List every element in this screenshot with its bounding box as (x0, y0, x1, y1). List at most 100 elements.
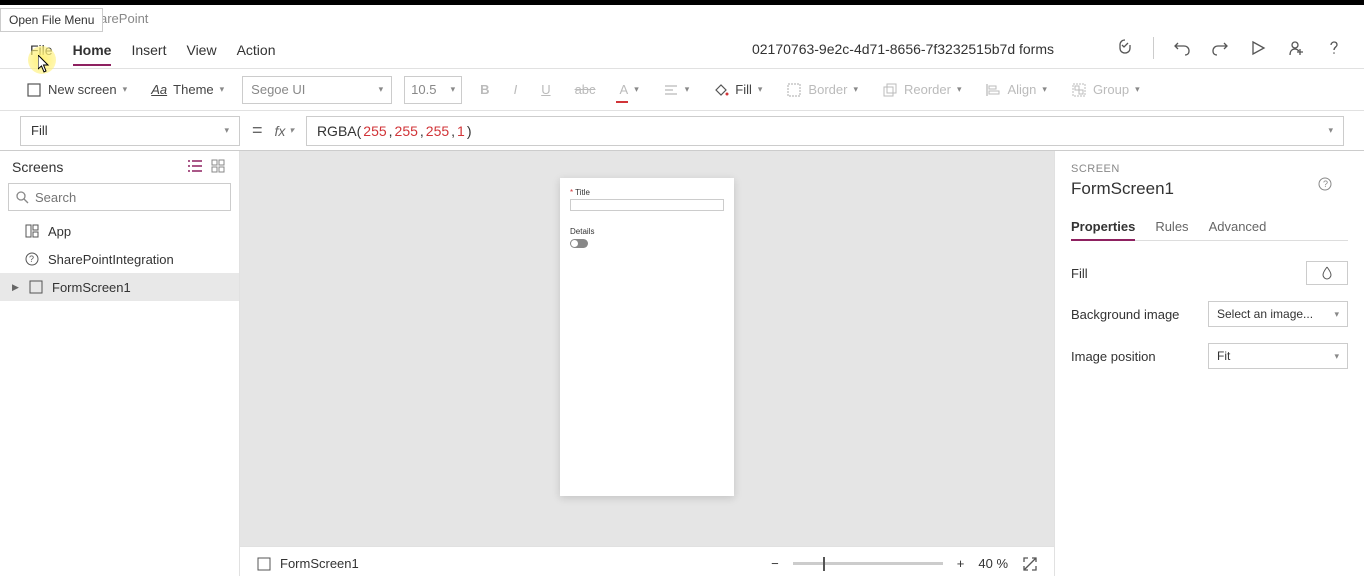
chevron-down-icon: ▾ (1334, 351, 1339, 362)
caret-icon[interactable]: ▶ (12, 282, 20, 293)
chevron-down-icon: ▾ (758, 84, 763, 95)
menu-insert[interactable]: Insert (121, 34, 176, 66)
play-icon[interactable] (1248, 38, 1268, 58)
font-size-select[interactable]: 10.5 ▾ (404, 76, 462, 104)
zoom-value: 40 % (978, 556, 1008, 571)
tree-header: Screens (0, 151, 239, 183)
status-bar: FormScreen1 − + 40 % (240, 546, 1054, 580)
group-icon (1071, 82, 1087, 98)
canvas-area[interactable]: * Title Details (240, 151, 1054, 576)
chevron-down-icon: ▾ (1334, 309, 1339, 320)
formula-input[interactable]: RGBA(255,255,255,1) ▾ (306, 116, 1344, 146)
properties-panel: SCREEN FormScreen1 ? Properties Rules Ad… (1054, 151, 1364, 576)
ribbon-toolbar: New screen ▾ Aa Theme ▾ Segoe UI ▾ 10.5 … (0, 69, 1364, 111)
font-family-value: Segoe UI (251, 82, 305, 97)
chevron-down-icon: ▾ (634, 84, 639, 95)
help-icon[interactable] (1324, 38, 1344, 58)
border-label: Border (808, 82, 847, 97)
theme-button[interactable]: Aa Theme ▾ (145, 78, 230, 102)
align-text-button[interactable]: ▾ (657, 78, 696, 102)
status-screen-name: FormScreen1 (280, 556, 359, 571)
search-icon (15, 190, 29, 204)
svg-text:?: ? (29, 254, 34, 264)
equals-sign: = (252, 120, 263, 141)
redo-icon[interactable] (1210, 38, 1230, 58)
field-title-input[interactable] (570, 199, 724, 211)
prop-row-imgpos: Image position Fit ▾ (1071, 335, 1348, 377)
fill-button[interactable]: Fill ▾ (707, 78, 768, 102)
integration-icon: ? (24, 251, 40, 267)
field-title-label: * Title (570, 188, 724, 197)
zoom-out-button[interactable]: − (771, 556, 779, 571)
menu-right-icons (1115, 37, 1344, 59)
font-family-select[interactable]: Segoe UI ▾ (242, 76, 392, 104)
chevron-down-icon[interactable]: ▾ (1328, 125, 1333, 136)
screen-icon (28, 279, 44, 295)
form-canvas[interactable]: * Title Details (560, 178, 734, 496)
border-button[interactable]: Border ▾ (780, 78, 864, 102)
chevron-down-icon: ▾ (123, 84, 128, 95)
tab-advanced[interactable]: Advanced (1209, 213, 1267, 240)
fx-button[interactable]: fx ▾ (275, 123, 294, 139)
tree-item-app[interactable]: App (0, 217, 239, 245)
file-menu-tooltip: Open File Menu (0, 8, 103, 32)
font-size-value: 10.5 (411, 82, 436, 97)
zoom-in-button[interactable]: + (957, 556, 965, 571)
new-screen-button[interactable]: New screen ▾ (20, 78, 133, 102)
menu-view[interactable]: View (176, 34, 226, 66)
panel-help-icon[interactable]: ? (1318, 177, 1332, 191)
underline-button[interactable]: U (535, 78, 556, 101)
align-icon (985, 82, 1001, 98)
share-icon[interactable] (1286, 38, 1306, 58)
align-ctrl-button[interactable]: Align ▾ (979, 78, 1052, 102)
paint-drop-icon (1319, 265, 1335, 281)
tree-search[interactable] (8, 183, 231, 211)
imgpos-value: Fit (1217, 349, 1230, 363)
reorder-label: Reorder (904, 82, 951, 97)
new-screen-label: New screen (48, 82, 117, 97)
tab-rules[interactable]: Rules (1155, 213, 1188, 240)
svg-text:?: ? (1323, 179, 1328, 189)
undo-icon[interactable] (1172, 38, 1192, 58)
bgimage-value: Select an image... (1217, 307, 1313, 321)
grid-view-icon[interactable] (211, 159, 227, 175)
chevron-down-icon: ▾ (451, 84, 456, 95)
bgimage-select[interactable]: Select an image... ▾ (1208, 301, 1348, 327)
tree-search-input[interactable] (35, 190, 224, 205)
tree-item-sharepoint[interactable]: ? SharePointIntegration (0, 245, 239, 273)
chevron-down-icon: ▾ (220, 84, 225, 95)
tree-item-formscreen[interactable]: ▶ FormScreen1 (0, 273, 239, 301)
imgpos-select[interactable]: Fit ▾ (1208, 343, 1348, 369)
panel-tabs: Properties Rules Advanced (1071, 213, 1348, 241)
panel-element-name: FormScreen1 (1071, 179, 1348, 199)
prop-row-bgimage: Background image Select an image... ▾ (1071, 293, 1348, 335)
strikethrough-button[interactable]: abc (569, 78, 602, 101)
tree-item-label: SharePointIntegration (48, 252, 174, 267)
reorder-button[interactable]: Reorder ▾ (876, 78, 968, 102)
menu-home[interactable]: Home (63, 34, 122, 66)
font-color-button[interactable]: A ▾ (614, 78, 645, 101)
panel-type-label: SCREEN (1071, 163, 1348, 175)
zoom-slider[interactable] (793, 562, 943, 565)
tree-title: Screens (12, 159, 63, 175)
bold-button[interactable]: B (474, 78, 495, 101)
main-area: Screens App ? SharePointIntegration ▶ Fo… (0, 151, 1364, 576)
fit-screen-icon[interactable] (1022, 556, 1038, 572)
menu-file[interactable]: File (20, 34, 63, 66)
group-label: Group (1093, 82, 1129, 97)
chevron-down-icon: ▾ (853, 84, 858, 95)
tree-panel: Screens App ? SharePointIntegration ▶ Fo… (0, 151, 240, 576)
menu-action[interactable]: Action (227, 34, 286, 66)
italic-button[interactable]: I (508, 78, 524, 101)
property-selector[interactable]: Fill ▾ (20, 116, 240, 146)
group-button[interactable]: Group ▾ (1065, 78, 1146, 102)
prop-bgimage-label: Background image (1071, 307, 1179, 322)
app-checker-icon[interactable] (1115, 38, 1135, 58)
screen-icon (256, 556, 272, 572)
tab-properties[interactable]: Properties (1071, 213, 1135, 240)
details-toggle[interactable] (570, 239, 588, 248)
theme-icon: Aa (151, 82, 167, 98)
list-view-icon[interactable] (187, 159, 203, 175)
paint-bucket-icon (713, 82, 729, 98)
fill-color-swatch[interactable] (1306, 261, 1348, 285)
